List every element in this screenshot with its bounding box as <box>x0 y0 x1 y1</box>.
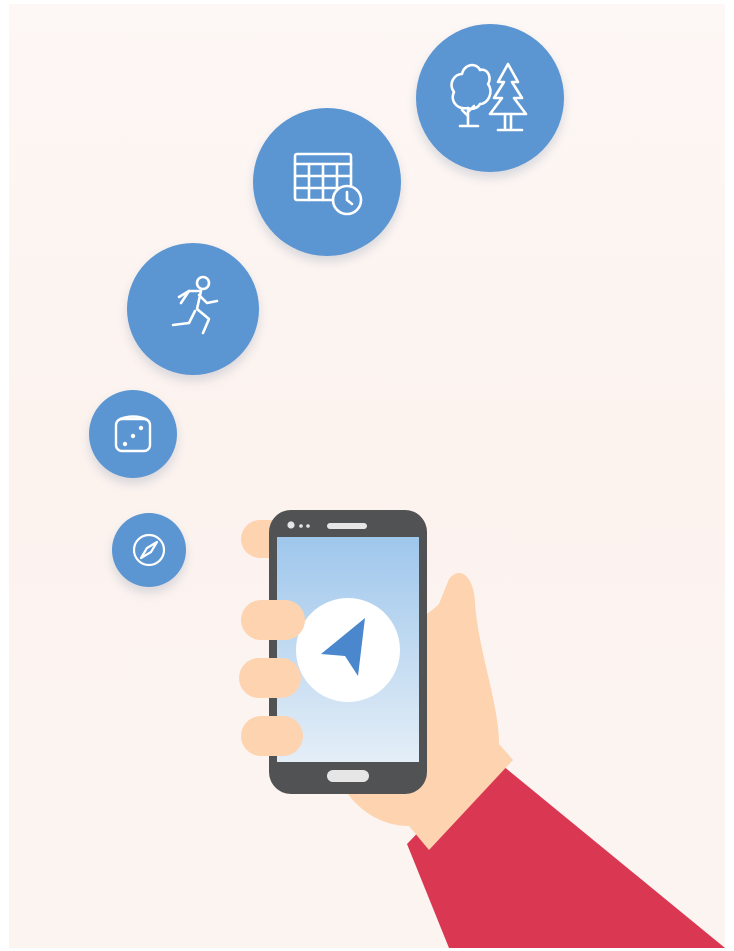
finger-1 <box>241 600 305 640</box>
finger-3 <box>241 716 303 756</box>
hand-holding-phone <box>239 510 725 948</box>
phone-home-button <box>327 770 369 782</box>
illustration-canvas <box>9 4 725 948</box>
finger-2 <box>239 658 301 698</box>
phone-speaker <box>327 523 367 529</box>
